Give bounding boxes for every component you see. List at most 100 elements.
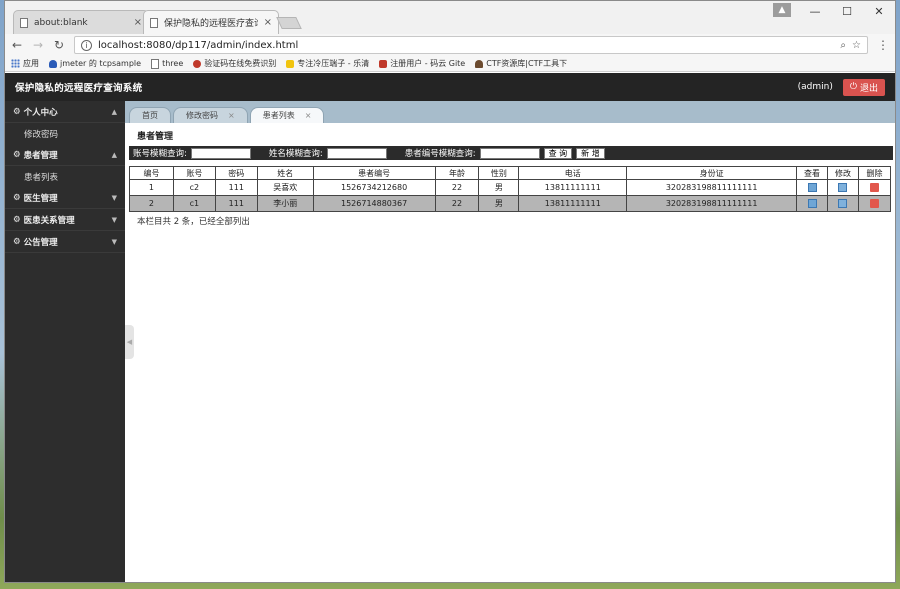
browser-window: about:blank × 保护隐私的远程医疗查询 × ▲ — ☐ ✕ ← → … bbox=[4, 0, 896, 583]
view-icon[interactable] bbox=[807, 183, 817, 192]
close-icon[interactable]: × bbox=[228, 111, 235, 120]
folder-icon bbox=[286, 59, 295, 68]
patient-table: 编号 账号 密码 姓名 患者编号 年龄 性别 电话 身份证 查看 修改 删除 1… bbox=[129, 166, 892, 212]
table-cell: 男 bbox=[478, 179, 520, 196]
column-header: 患者编号 bbox=[312, 166, 436, 180]
chevron-up-icon: ▲ bbox=[111, 107, 117, 116]
maximize-icon[interactable]: ☐ bbox=[831, 1, 863, 21]
edit-icon[interactable] bbox=[838, 199, 848, 208]
table-cell: 吴喜欢 bbox=[256, 179, 314, 196]
browser-tab-blank[interactable]: about:blank × bbox=[13, 10, 149, 34]
table-cell: 男 bbox=[478, 195, 520, 212]
view-cell bbox=[796, 195, 828, 212]
close-icon[interactable]: × bbox=[305, 111, 312, 120]
trash-icon[interactable] bbox=[869, 199, 879, 208]
name-search-label: 姓名模糊查询: bbox=[268, 149, 323, 159]
chevron-down-icon: ▼ bbox=[111, 215, 117, 224]
sidebar-group-label: 公告管理 bbox=[23, 237, 58, 248]
person-icon bbox=[475, 59, 484, 68]
tab-home[interactable]: 首页 bbox=[129, 107, 171, 123]
profile-icon[interactable]: ▲ bbox=[773, 3, 791, 17]
table-cell: 13811111111 bbox=[518, 179, 628, 196]
zoom-icon[interactable]: ⌕ bbox=[840, 40, 846, 51]
column-header: 身份证 bbox=[626, 166, 798, 180]
table-row[interactable]: 1 c2 111 吴喜欢 1526734212680 22 男 13811111… bbox=[129, 179, 892, 196]
table-cell: 22 bbox=[434, 179, 480, 196]
chevron-up-icon: ▲ bbox=[111, 150, 117, 159]
reload-icon[interactable]: ↻ bbox=[53, 38, 65, 52]
delete-cell bbox=[857, 179, 892, 196]
column-header: 电话 bbox=[518, 166, 628, 180]
logout-label: 退出 bbox=[859, 83, 878, 94]
minimize-icon[interactable]: — bbox=[799, 1, 831, 21]
address-bar: ← → ↻ i localhost:8080/dp117/admin/index… bbox=[5, 34, 895, 56]
bookmark-item[interactable]: jmeter 的 tcpsample bbox=[49, 58, 141, 69]
account-search-input[interactable] bbox=[190, 147, 251, 159]
url-input[interactable]: i localhost:8080/dp117/admin/index.html … bbox=[74, 36, 868, 54]
page-icon bbox=[151, 58, 160, 69]
view-icon[interactable] bbox=[807, 199, 817, 208]
sidebar-group-patients[interactable]: ⚙ 患者管理 ▲ bbox=[5, 144, 125, 166]
browser-tab-title: about:blank bbox=[34, 17, 88, 28]
edit-cell bbox=[826, 195, 859, 212]
info-icon[interactable]: i bbox=[81, 39, 92, 51]
sidebar-group-doctors[interactable]: ⚙ 医生管理 ▼ bbox=[5, 187, 125, 209]
bookmark-label: 验证码在线免费识别 bbox=[204, 59, 277, 68]
browser-tab-app[interactable]: 保护隐私的远程医疗查询 × bbox=[143, 10, 279, 34]
browser-menu-icon[interactable]: ⋮ bbox=[877, 38, 889, 52]
gears-icon: ⚙ bbox=[13, 192, 21, 203]
edit-icon[interactable] bbox=[838, 183, 848, 192]
sidebar-item-change-password[interactable]: 修改密码 bbox=[5, 123, 125, 144]
table-cell: 1 bbox=[129, 179, 174, 196]
patient-no-search-input[interactable] bbox=[479, 147, 540, 159]
sidebar-group-personal[interactable]: ⚙ 个人中心 ▲ bbox=[5, 101, 125, 123]
close-icon[interactable]: × bbox=[264, 17, 272, 28]
name-search-input[interactable] bbox=[326, 147, 387, 159]
edit-cell bbox=[826, 179, 859, 196]
table-cell: 1526734212680 bbox=[312, 179, 436, 196]
back-icon[interactable]: ← bbox=[11, 38, 23, 52]
bookmark-apps[interactable]: 应用 bbox=[11, 58, 39, 69]
tab-change-password[interactable]: 修改密码 × bbox=[173, 107, 248, 123]
content-tabs: 首页 修改密码 × 患者列表 × bbox=[125, 101, 895, 123]
section-title: 患者管理 bbox=[137, 132, 174, 142]
new-tab-button[interactable] bbox=[276, 17, 302, 29]
close-window-icon[interactable]: ✕ bbox=[863, 1, 895, 21]
forward-icon[interactable]: → bbox=[32, 38, 44, 52]
bookmarks-bar: 应用 jmeter 的 tcpsample three 验证码在线免费识别 专注… bbox=[5, 56, 895, 72]
table-row[interactable]: 2 c1 111 李小丽 1526714880367 22 男 13811111… bbox=[129, 195, 892, 212]
trash-icon[interactable] bbox=[869, 183, 879, 192]
column-header: 账号 bbox=[172, 166, 216, 180]
bookmark-star-icon[interactable]: ☆ bbox=[852, 40, 861, 51]
sidebar-group-notices[interactable]: ⚙ 公告管理 ▼ bbox=[5, 231, 125, 253]
tab-patient-list[interactable]: 患者列表 × bbox=[249, 107, 325, 123]
table-cell: 2 bbox=[129, 195, 174, 212]
bookmark-item[interactable]: CTF资源库|CTF工具下 bbox=[475, 58, 567, 69]
page-icon bbox=[20, 17, 28, 28]
sidebar-item-patient-list[interactable]: 患者列表 bbox=[5, 166, 125, 187]
bookmark-item[interactable]: 验证码在线免费识别 bbox=[193, 58, 276, 69]
query-button[interactable]: 查 询 bbox=[543, 147, 573, 159]
bookmark-item[interactable]: three bbox=[151, 58, 183, 69]
sidebar-group-label: 医患关系管理 bbox=[23, 215, 75, 226]
close-icon[interactable]: × bbox=[134, 17, 142, 28]
logout-button[interactable]: ⏻ 退出 bbox=[842, 78, 885, 96]
table-header-row: 编号 账号 密码 姓名 患者编号 年龄 性别 电话 身份证 查看 修改 删除 bbox=[129, 166, 892, 180]
gears-icon: ⚙ bbox=[13, 214, 21, 225]
column-header: 删除 bbox=[857, 166, 892, 180]
add-button[interactable]: 新 增 bbox=[576, 147, 605, 159]
sidebar-item-label: 患者列表 bbox=[24, 172, 59, 183]
gitee-icon bbox=[379, 59, 388, 68]
search-bar: 账号模糊查询: 姓名模糊查询: 患者编号模糊查询: 查 询 新 增 bbox=[129, 146, 893, 160]
view-cell bbox=[796, 179, 828, 196]
sidebar-group-relations[interactable]: ⚙ 医患关系管理 ▼ bbox=[5, 209, 125, 231]
table-cell: 320283198811111111 bbox=[626, 195, 798, 212]
delete-cell bbox=[857, 195, 892, 212]
column-header: 性别 bbox=[478, 166, 520, 180]
bookmark-item[interactable]: 注册用户 - 码云 Gite bbox=[379, 58, 465, 69]
bookmark-item[interactable]: 专注冷压端子 - 乐清 bbox=[286, 58, 369, 69]
gears-icon: ⚙ bbox=[13, 149, 21, 160]
browser-tab-strip: about:blank × 保护隐私的远程医疗查询 × ▲ — ☐ ✕ bbox=[5, 1, 895, 34]
sidebar-collapse-handle[interactable]: ◀ bbox=[125, 325, 134, 359]
patient-no-search-label: 患者编号模糊查询: bbox=[404, 149, 476, 159]
